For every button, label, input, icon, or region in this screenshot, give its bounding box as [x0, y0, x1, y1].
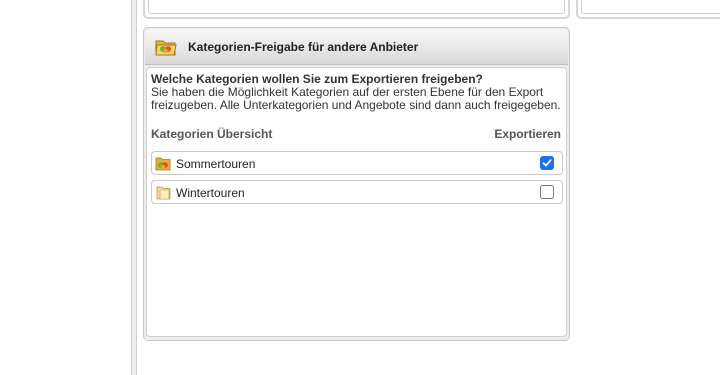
left-frame-divider — [131, 0, 137, 375]
export-question: Welche Kategorien wollen Sie zum Exporti… — [151, 73, 561, 112]
category-folder-icon — [155, 37, 177, 57]
export-checkbox-sommertouren[interactable] — [540, 156, 554, 170]
right-panel-body — [581, 0, 720, 14]
question-description: Sie haben die Möglichkeit Kategorien auf… — [151, 85, 561, 112]
category-row-sommertouren: Sommertouren — [151, 151, 563, 175]
folder-icon — [155, 185, 172, 200]
right-panel — [576, 0, 720, 19]
column-header-overview: Kategorien Übersicht — [151, 127, 273, 141]
export-checkbox-wintertouren[interactable] — [540, 185, 554, 199]
summer-folder-icon — [155, 156, 172, 171]
checkmark-icon — [542, 159, 552, 167]
panel-body: Welche Kategorien wollen Sie zum Exporti… — [146, 67, 567, 337]
category-label: Wintertouren — [176, 186, 245, 200]
category-row-wintertouren: Wintertouren — [151, 180, 563, 204]
previous-panel-body — [148, 0, 565, 14]
panel-title: Kategorien-Freigabe für andere Anbieter — [188, 40, 419, 54]
category-label: Sommertouren — [176, 157, 256, 171]
column-header-export: Exportieren — [494, 127, 561, 141]
previous-panel — [143, 0, 570, 19]
category-share-panel: Kategorien-Freigabe für andere Anbieter … — [143, 27, 570, 341]
panel-header: Kategorien-Freigabe für andere Anbieter — [145, 29, 568, 65]
